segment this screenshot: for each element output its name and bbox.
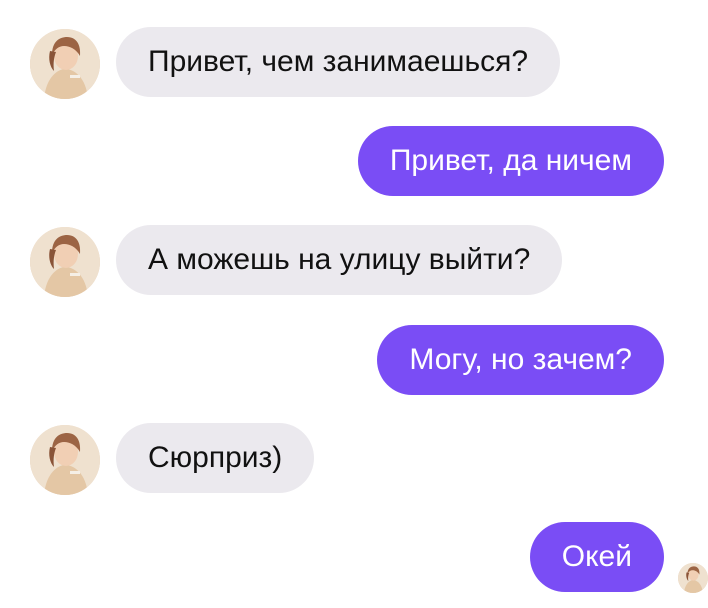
avatar-portrait-icon <box>30 425 100 495</box>
message-bubble-incoming[interactable]: А можешь на улицу выйти? <box>116 225 563 295</box>
avatar-portrait-icon <box>678 563 708 593</box>
message-bubble-incoming[interactable]: Привет, чем занимаешься? <box>116 27 561 97</box>
message-text: Окей <box>561 540 632 573</box>
message-text: Могу, но зачем? <box>409 343 632 376</box>
message-bubble-incoming[interactable]: Сюрприз) <box>116 423 315 493</box>
avatar-portrait-icon <box>30 227 100 297</box>
read-receipt-avatar-icon <box>678 563 708 593</box>
contact-avatar-icon[interactable] <box>30 425 100 495</box>
message-bubble-outgoing[interactable]: Могу, но зачем? <box>377 325 664 395</box>
message-text: Сюрприз) <box>148 441 283 474</box>
message-bubble-outgoing[interactable]: Привет, да ничем <box>357 126 664 196</box>
message-text: Привет, чем занимаешься? <box>148 45 529 78</box>
chat-thread: Привет, чем занимаешься? Привет, да ниче… <box>0 0 708 608</box>
contact-avatar-icon[interactable] <box>30 227 100 297</box>
contact-avatar-icon[interactable] <box>30 29 100 99</box>
message-text: А можешь на улицу выйти? <box>148 243 531 276</box>
avatar-portrait-icon <box>30 29 100 99</box>
message-text: Привет, да ничем <box>389 144 632 177</box>
message-bubble-outgoing[interactable]: Окей <box>529 522 664 592</box>
